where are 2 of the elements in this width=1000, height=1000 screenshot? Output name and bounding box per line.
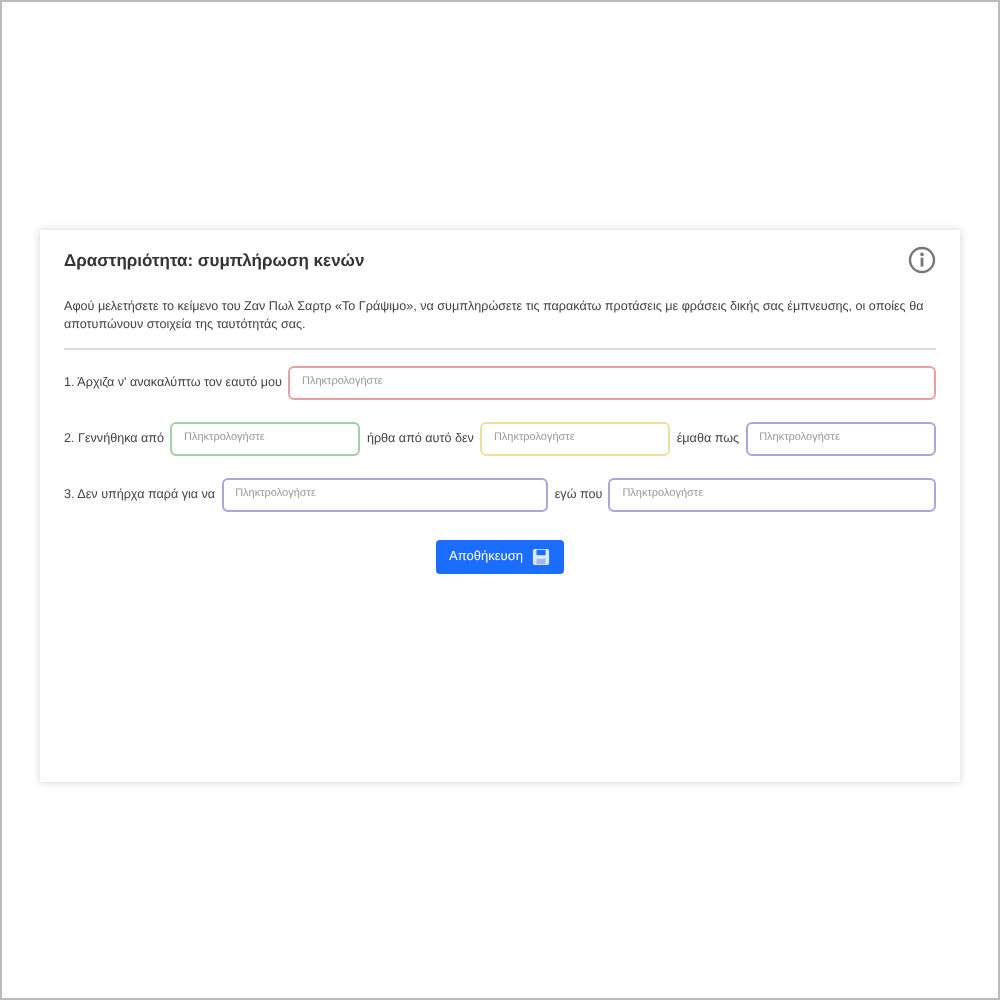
activity-title: Δραστηριότητα: συμπλήρωση κενών bbox=[64, 250, 365, 270]
info-icon[interactable] bbox=[908, 246, 936, 274]
